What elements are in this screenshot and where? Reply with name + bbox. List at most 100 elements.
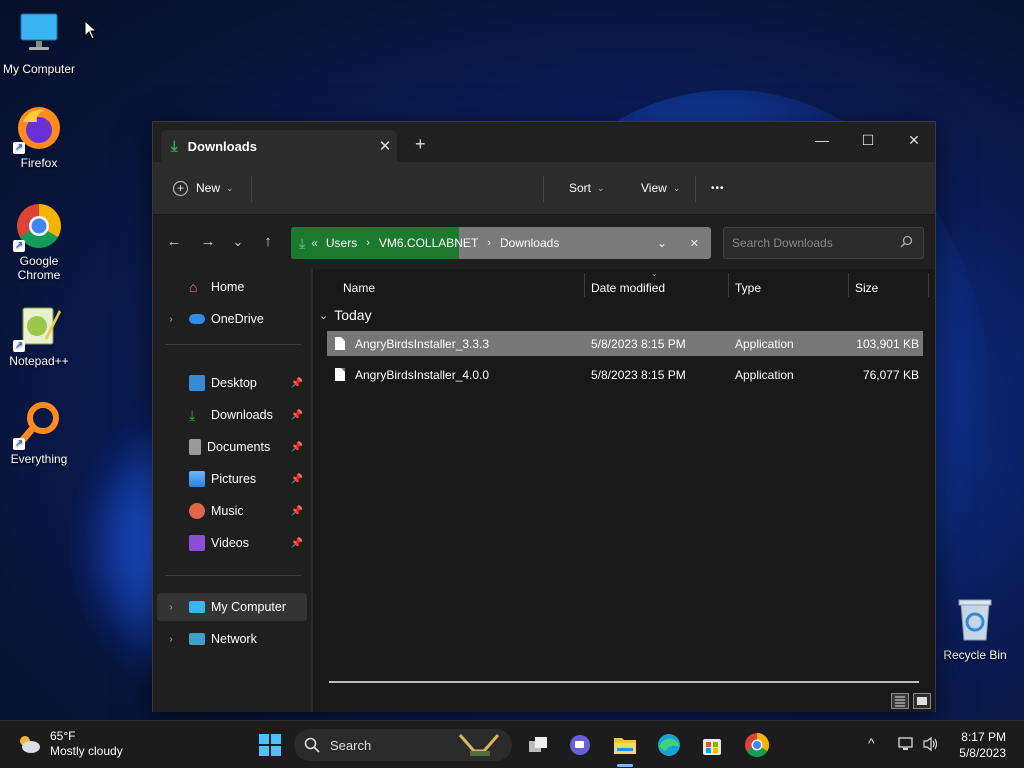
sidebar-item-home[interactable]: ⌂ Home [157, 273, 307, 301]
column-header-name[interactable]: Name [343, 275, 375, 301]
sidebar-item-videos[interactable]: Videos 📌 [157, 529, 307, 557]
large-icons-view-toggle[interactable] [913, 693, 931, 709]
desktop-icon-everything[interactable]: ↗ Everything [0, 400, 78, 466]
file-size: 103,901 KB [856, 336, 919, 351]
breadcrumb-user-folder[interactable]: VM6.COLLABNET [379, 236, 478, 250]
taskbar: 65°F Mostly cloudy Search ^ 8:17 PM 5/8/… [0, 720, 1024, 768]
network-icon[interactable] [898, 736, 916, 757]
explorer-body: ⌂ Home › OneDrive Desktop 📌 ⤓ Downloads … [153, 269, 935, 712]
new-button[interactable]: + New ⌄ [173, 174, 234, 202]
microsoft-store-icon[interactable] [698, 731, 726, 759]
minimize-button[interactable]: — [799, 126, 845, 154]
file-size: 76,077 KB [862, 367, 919, 382]
column-divider[interactable] [728, 273, 729, 297]
start-button[interactable] [256, 731, 284, 759]
search-input[interactable]: Search Downloads [723, 227, 924, 259]
address-clear-button[interactable]: ✕ [690, 237, 699, 250]
sidebar-item-label: Home [211, 280, 245, 294]
taskbar-search-label: Search [330, 737, 372, 753]
desktop-icon-firefox[interactable]: ↗ Firefox [0, 104, 78, 170]
pin-icon[interactable]: 📌 [291, 474, 303, 485]
new-button-label: New [196, 181, 221, 195]
column-header-type[interactable]: Type [735, 275, 761, 301]
more-options-button[interactable]: ••• [711, 174, 725, 202]
weather-description: Mostly cloudy [50, 744, 123, 758]
address-dropdown-button[interactable]: ⌄ [657, 236, 667, 250]
column-divider[interactable] [584, 273, 585, 297]
search-icon [304, 737, 320, 753]
sidebar-item-label: Pictures [211, 472, 257, 486]
pin-icon[interactable]: 📌 [291, 538, 303, 549]
volume-icon[interactable] [922, 736, 940, 757]
navigation-pane: ⌂ Home › OneDrive Desktop 📌 ⤓ Downloads … [153, 269, 311, 712]
column-header-date[interactable]: Date modified [591, 275, 665, 301]
maximize-button[interactable]: ☐ [845, 126, 891, 154]
file-row[interactable]: AngryBirdsInstaller_3.3.3 5/8/2023 8:15 … [327, 331, 923, 356]
weather-widget[interactable]: 65°F Mostly cloudy [16, 729, 123, 759]
desktop-icon-label: Firefox [20, 156, 58, 170]
column-divider[interactable] [848, 273, 849, 297]
column-header-size[interactable]: Size [855, 275, 878, 301]
sidebar-item-label: Music [211, 504, 244, 518]
sidebar-item-music[interactable]: Music 📌 [157, 497, 307, 525]
network-icon [189, 633, 205, 645]
desktop-folder-icon [189, 375, 205, 391]
sidebar-item-documents[interactable]: Documents 📌 [157, 433, 307, 461]
details-view-toggle[interactable] [891, 693, 909, 709]
chevron-right-icon[interactable]: › [161, 602, 181, 613]
edge-icon[interactable] [655, 731, 683, 759]
desktop-icon-my-computer[interactable]: My Computer [0, 10, 78, 76]
chevron-right-icon[interactable]: › [161, 314, 181, 325]
sidebar-item-label: Desktop [211, 376, 257, 390]
teams-chat-icon[interactable] [566, 731, 594, 759]
sidebar-item-my-computer[interactable]: › My Computer [157, 593, 307, 621]
forward-button[interactable]: → [195, 229, 221, 255]
taskbar-search[interactable]: Search [294, 729, 512, 761]
address-bar[interactable]: ⤓ « Users › VM6.COLLABNET › Downloads ⌄ … [291, 227, 711, 259]
toolbar-divider [543, 176, 544, 202]
system-clock[interactable]: 8:17 PM 5/8/2023 [959, 729, 1006, 761]
sidebar-item-onedrive[interactable]: › OneDrive [157, 305, 307, 333]
pin-icon[interactable]: 📌 [291, 442, 303, 453]
desktop-icon-chrome[interactable]: ↗ Google Chrome [0, 202, 78, 282]
column-divider[interactable] [928, 273, 929, 297]
pin-icon[interactable]: 📌 [291, 410, 303, 421]
chevron-down-icon: ⌄ [319, 309, 329, 322]
tab-close-button[interactable]: ✕ [373, 137, 397, 155]
recycle-bin-icon [951, 596, 999, 644]
breadcrumb-downloads[interactable]: Downloads [500, 236, 559, 250]
address-overflow[interactable]: « [311, 236, 318, 250]
new-tab-button[interactable]: + [415, 134, 426, 155]
file-name: AngryBirdsInstaller_4.0.0 [355, 367, 490, 382]
file-explorer-icon[interactable] [611, 731, 639, 759]
sidebar-item-desktop[interactable]: Desktop 📌 [157, 369, 307, 397]
desktop-icon-notepadpp[interactable]: ↗ Notepad++ [0, 302, 78, 368]
back-button[interactable]: ← [161, 229, 187, 255]
cloud-sun-icon [16, 733, 42, 759]
task-view-icon[interactable] [524, 731, 552, 759]
chrome-icon: ↗ [13, 202, 63, 252]
tray-overflow-button[interactable]: ^ [868, 735, 875, 751]
close-window-button[interactable]: ✕ [891, 126, 937, 154]
desktop-icon-recycle-bin[interactable]: Recycle Bin [936, 596, 1014, 662]
sidebar-item-network[interactable]: › Network [157, 625, 307, 653]
up-button[interactable]: ↑ [255, 229, 281, 255]
view-button[interactable]: View ⌄ [641, 174, 680, 202]
recent-locations-button[interactable]: ⌄ [225, 229, 251, 255]
tab-downloads[interactable]: ⤓ Downloads ✕ [161, 130, 397, 162]
sidebar-item-pictures[interactable]: Pictures 📌 [157, 465, 307, 493]
breadcrumb-users[interactable]: Users [326, 236, 357, 250]
file-row[interactable]: AngryBirdsInstaller_4.0.0 5/8/2023 8:15 … [327, 362, 923, 387]
pin-icon[interactable]: 📌 [291, 378, 303, 389]
command-bar: + New ⌄ Sort ⌄ View ⌄ ••• [153, 162, 935, 215]
shortcut-arrow-icon: ↗ [13, 438, 25, 450]
chrome-icon[interactable] [743, 731, 771, 759]
pin-icon[interactable]: 📌 [291, 506, 303, 517]
horizontal-scrollbar[interactable] [329, 681, 919, 683]
sidebar-item-downloads[interactable]: ⤓ Downloads 📌 [157, 401, 307, 429]
active-app-indicator [617, 764, 633, 767]
firefox-icon: ↗ [13, 104, 63, 154]
group-header-today[interactable]: ⌄ Today [319, 307, 372, 323]
sort-button[interactable]: Sort ⌄ [569, 174, 605, 202]
chevron-right-icon[interactable]: › [161, 634, 181, 645]
